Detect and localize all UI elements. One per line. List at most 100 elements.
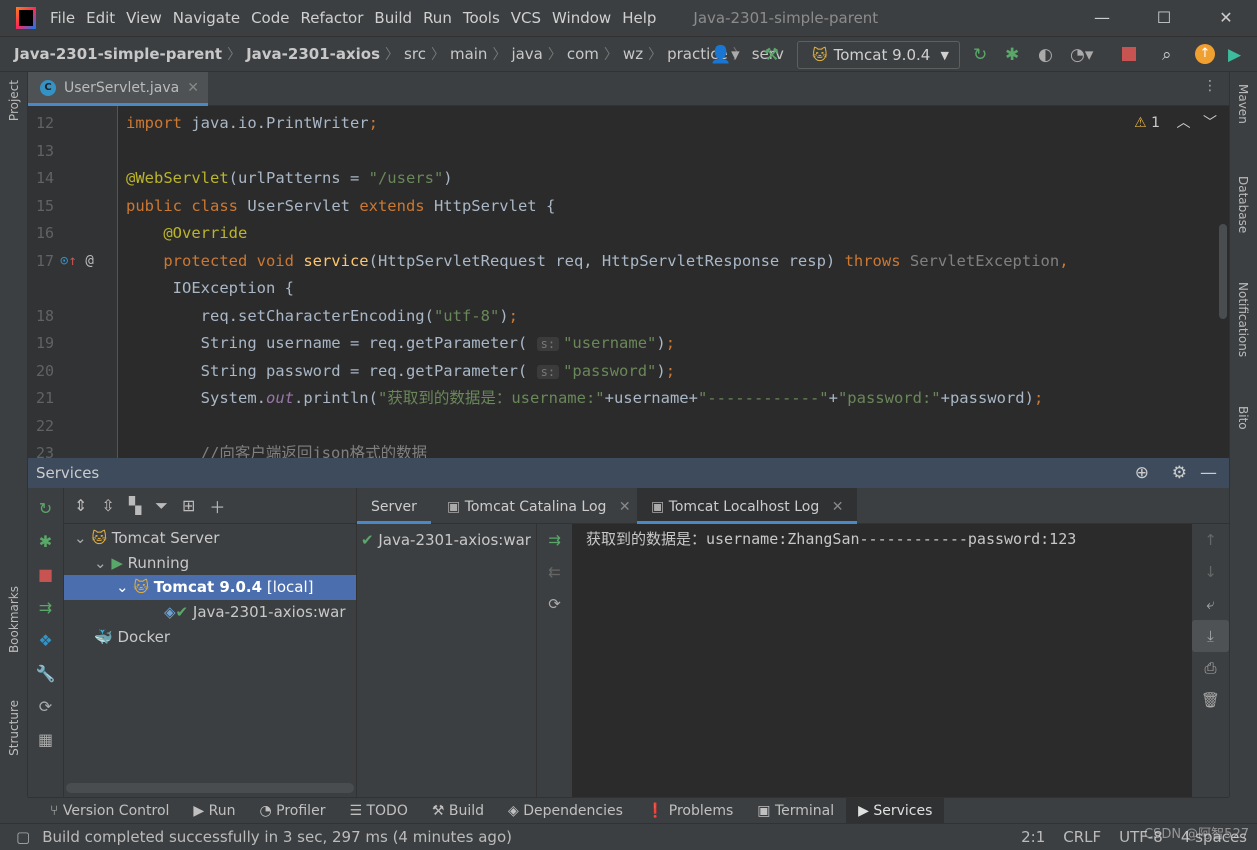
menu-edit[interactable]: Edit [86,9,115,27]
structure-tool-button[interactable]: Structure [7,700,21,756]
stop-icon[interactable]: ■ [28,558,63,591]
menu-view[interactable]: View [126,9,162,27]
code-editor[interactable]: 12 import java.io.PrintWriter; 13 14 @WebSer… [28,106,1229,458]
build-hammer-icon[interactable]: ⚒ [764,45,779,65]
print-icon[interactable]: ⎙ [1192,652,1229,684]
breadcrumb-java[interactable]: java [511,45,542,63]
menu-vcs[interactable]: VCS [511,9,541,27]
inspection-widget[interactable]: ⚠ 1 ︿ ﹀ [1134,112,1217,132]
menu-window[interactable]: Window [552,9,611,27]
menu-navigate[interactable]: Navigate [173,9,240,27]
next-highlight-icon[interactable]: ﹀ [1203,115,1217,131]
tree-node-artifact[interactable]: ◈✔ Java-2301-axios:war [164,600,346,625]
debug-icon[interactable]: ✱ [1005,45,1019,65]
notifications-tool-button[interactable]: Notifications [1236,282,1250,357]
breadcrumb-wz[interactable]: wz [623,45,643,63]
close-tab-icon[interactable]: ✕ [619,499,631,515]
tool-tab-terminal[interactable]: ▣ Terminal [745,798,846,824]
coverage-icon[interactable]: ◐ [1038,45,1053,65]
maven-tool-button[interactable]: Maven [1236,84,1250,124]
tab-userservlet-java[interactable]: C UserServlet.java ✕ [28,72,208,106]
maximize-button[interactable]: ☐ [1133,0,1195,36]
menu-tools[interactable]: Tools [463,9,500,27]
line-separator[interactable]: CRLF [1063,824,1101,850]
tree-node-running[interactable]: ⌄ ▶ Running [94,551,189,576]
rerun-icon[interactable]: ↻ [28,492,63,525]
override-gutter-icon[interactable]: ⊙↑ @ [60,248,94,276]
tree-horizontal-scrollbar[interactable] [66,783,354,793]
tree-node-tomcat-local[interactable]: ⌄ 🐱 Tomcat 9.0.4 [local] [116,575,314,600]
debug-icon[interactable]: ✱ [28,525,63,558]
gear-icon[interactable]: ⚙ [1172,463,1187,483]
breadcrumb-module[interactable]: Java-2301-axios [246,45,380,63]
database-tool-button[interactable]: Database [1236,176,1250,233]
tab-server[interactable]: Server [357,488,431,524]
menu-build[interactable]: Build [374,9,412,27]
breadcrumb-main[interactable]: main [450,45,487,63]
deploy-icon[interactable]: ⇉ [28,591,63,624]
bookmarks-tool-button[interactable]: Bookmarks [7,586,21,653]
deployment-item[interactable]: ✔ Java-2301-axios:war [361,528,531,553]
menu-run[interactable]: Run [423,9,452,27]
menu-refactor[interactable]: Refactor [300,9,363,27]
refresh-icon[interactable]: ⟳ [537,588,572,620]
scroll-down-icon[interactable]: ↓ [1192,556,1229,588]
group-by-icon[interactable]: ▚ [129,496,141,515]
scroll-up-icon[interactable]: ↑ [1192,524,1229,556]
deploy-icon[interactable]: ⇉ [537,524,572,556]
previous-highlight-icon[interactable]: ︿ [1177,115,1191,131]
run-configuration-select[interactable]: 🐱 Tomcat 9.0.4 ▼ [797,41,960,69]
tool-tab-profiler[interactable]: ◔ Profiler [247,798,337,824]
search-icon[interactable]: ⌕ [1162,45,1172,65]
refresh-icon[interactable]: ⟳ [28,690,63,723]
undeploy-icon[interactable]: ⇇ [537,556,572,588]
filter-icon[interactable]: ⏷ [155,496,168,516]
tool-tab-problems[interactable]: ❗ Problems [635,798,745,824]
artifacts-icon[interactable]: ❖ [28,624,63,657]
tree-node-tomcat-server[interactable]: ⌄ 🐱 Tomcat Server [74,526,219,551]
tool-tab-version-control[interactable]: ⑂ Version Control [38,798,181,824]
layout-icon[interactable]: ▦ [28,723,63,756]
scroll-to-end-icon[interactable]: ⤓ [1192,620,1229,652]
rerun-icon[interactable]: ↻ [973,45,987,65]
close-tab-icon[interactable]: ✕ [832,499,844,515]
code-with-me-icon[interactable]: ▶ [1228,45,1241,65]
editor-scrollbar[interactable] [1219,224,1227,319]
collapse-all-icon[interactable]: ⇳ [101,496,114,515]
tool-tab-dependencies[interactable]: ◈ Dependencies [496,798,635,824]
new-tab-icon[interactable]: ⊞ [182,496,195,515]
tool-tab-run[interactable]: ▶ Run [181,798,247,824]
more-options-icon[interactable]: ⋮ [1203,78,1217,94]
update-icon[interactable]: ↑ [1195,44,1215,64]
breadcrumb-src[interactable]: src [404,45,426,63]
menu-code[interactable]: Code [251,9,289,27]
add-service-icon[interactable]: ＋ [209,494,225,518]
minimize-panel-icon[interactable]: — [1200,463,1217,483]
tree-node-docker[interactable]: 🐳 Docker [94,625,170,650]
caret-position[interactable]: 2:1 [1021,824,1045,850]
breadcrumb-com[interactable]: com [567,45,599,63]
expand-all-icon[interactable]: ⇕ [74,496,87,515]
close-button[interactable]: ✕ [1195,0,1257,36]
status-message[interactable]: Build completed successfully in 3 sec, 2… [42,828,512,846]
tool-tab-build[interactable]: ⚒ Build [420,798,496,824]
menu-file[interactable]: File [50,9,75,27]
tool-tab-services[interactable]: ▶ Services [846,797,945,824]
soft-wrap-icon[interactable]: ⤶ [1192,588,1229,620]
trash-icon[interactable]: 🗑 [1192,684,1229,716]
breadcrumb-project[interactable]: Java-2301-simple-parent [14,45,222,63]
tool-tab-todo[interactable]: ☰ TODO [337,798,419,824]
target-icon[interactable]: ⊕ [1135,463,1149,483]
wrench-icon[interactable]: 🔧 [28,657,63,690]
close-tab-icon[interactable]: ✕ [187,80,199,96]
profile-icon[interactable]: ◔▾ [1070,45,1093,65]
tab-tomcat-localhost-log[interactable]: ▣ Tomcat Localhost Log ✕ [637,488,858,524]
user-icon[interactable]: 👤▾ [710,45,740,65]
minimize-button[interactable]: — [1071,0,1133,36]
menu-help[interactable]: Help [622,9,656,27]
tab-tomcat-catalina-log[interactable]: ▣ Tomcat Catalina Log ✕ [433,488,645,524]
project-tool-button[interactable]: Project [7,80,21,121]
bito-tool-button[interactable]: Bito [1236,406,1250,430]
console-output[interactable]: 获取到的数据是：username:ZhangSan------------pas… [572,524,1192,797]
toggle-tool-windows-icon[interactable]: ▢ [16,828,30,846]
